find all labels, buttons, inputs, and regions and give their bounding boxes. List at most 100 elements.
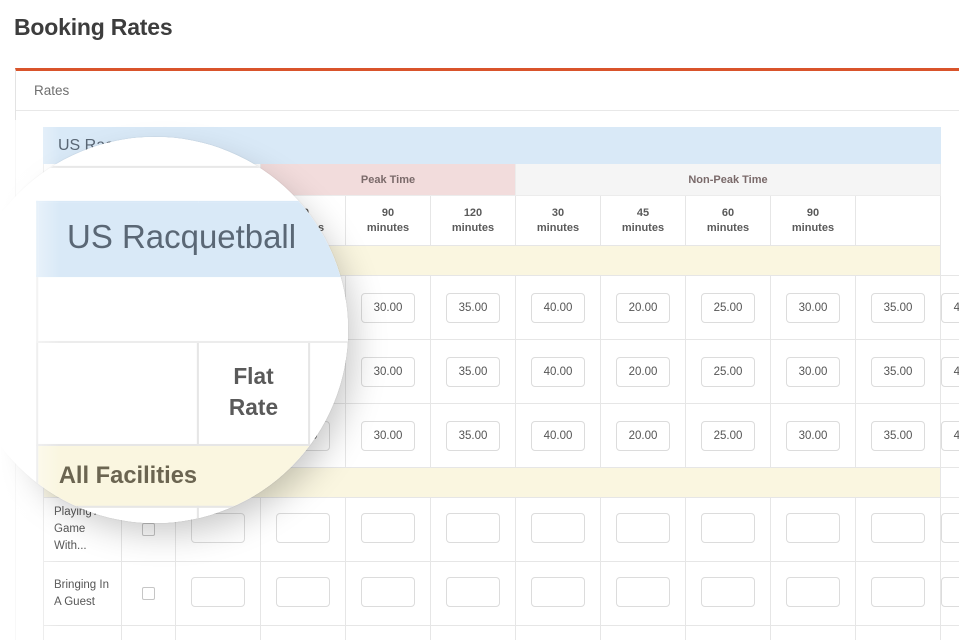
rate-cell: [940, 497, 959, 562]
rate-cell: 20.00: [308, 505, 348, 523]
rate-input[interactable]: [276, 577, 330, 607]
section-name: All Facilities: [36, 443, 348, 508]
rate-cell: [685, 497, 771, 562]
rate-cell: [345, 561, 431, 626]
rate-input[interactable]: [701, 513, 755, 543]
rate-cell: [600, 561, 686, 626]
row-label: Bringing In A Guest: [43, 561, 122, 626]
rate-input[interactable]: [941, 513, 959, 543]
rate-cell: 30.00: [345, 339, 431, 404]
rate-cell: 30.00: [770, 275, 856, 340]
rate-cell: [260, 561, 346, 626]
rate-cell: 20.00: [600, 339, 686, 404]
rate-input[interactable]: [531, 513, 585, 543]
rate-cell: 30.00: [345, 403, 431, 468]
rate-cell: 40.00: [515, 275, 601, 340]
column-header-np90: 90 minutes: [770, 195, 856, 246]
rate-input[interactable]: [871, 577, 925, 607]
rate-input[interactable]: 35.00: [871, 356, 925, 387]
rate-cell: [260, 625, 346, 640]
rate-cell: 30.00: [345, 275, 431, 340]
rate-cell: 35.00: [854, 275, 942, 340]
page-title: Booking Rates: [14, 14, 173, 40]
column-header-p120: 120 minutes: [430, 195, 516, 246]
rate-cell: 35.00: [854, 403, 942, 468]
rate-input[interactable]: 40.00: [531, 292, 585, 323]
rates-panel: Rates US RacquetballPeak TimeNon-Pea: [0, 137, 348, 523]
rate-input[interactable]: 40.00: [941, 292, 959, 323]
rate-cell: [515, 561, 601, 626]
rate-input[interactable]: 30.00: [361, 420, 415, 451]
flat-rate-cell: [196, 505, 311, 523]
rate-input[interactable]: [361, 513, 415, 543]
rate-input[interactable]: 30.00: [786, 420, 840, 451]
row-label: Playing A Game With...: [36, 505, 199, 523]
rate-input[interactable]: [361, 577, 415, 607]
rate-input[interactable]: [786, 513, 840, 543]
flat-rate-cell: [121, 561, 176, 626]
rate-input[interactable]: [941, 577, 959, 607]
rate-input[interactable]: 40.00: [941, 356, 959, 387]
rate-input[interactable]: [446, 577, 500, 607]
rate-cell: [515, 497, 601, 562]
zoom-lens-content: Rates US RacquetballPeak TimeNon-Pea: [0, 137, 348, 523]
flat-rate-cell: [121, 625, 176, 640]
rate-input[interactable]: [701, 577, 755, 607]
rate-cell: 25.00: [685, 275, 771, 340]
column-header-row: FlatRate30minutes60minutes90minutes120mi…: [36, 340, 348, 446]
column-header-p90: 90 minutes: [345, 195, 431, 246]
rate-input[interactable]: 30.00: [786, 356, 840, 387]
table-row: Bringing In A Guest: [43, 561, 959, 626]
rate-input[interactable]: 30.00: [361, 356, 415, 387]
rate-input[interactable]: 35.00: [871, 292, 925, 323]
rate-cell: 35.00: [430, 403, 516, 468]
rate-cell: [345, 625, 431, 640]
rate-cell: [770, 497, 856, 562]
rate-input[interactable]: 25.00: [701, 292, 755, 323]
rate-input[interactable]: 40.00: [941, 420, 959, 451]
column-header-p30: 30minutes: [308, 340, 348, 446]
panel-tab-bar: Rates: [16, 71, 959, 111]
tab-rates[interactable]: Rates: [34, 83, 69, 98]
rate-input[interactable]: 35.00: [871, 420, 925, 451]
rate-cell: [854, 497, 942, 562]
rate-input[interactable]: [191, 577, 245, 607]
rate-input[interactable]: 35.00: [446, 292, 500, 323]
rate-input[interactable]: 30.00: [786, 292, 840, 323]
rate-input[interactable]: 40.00: [531, 420, 585, 451]
rate-cell: 40.00: [940, 403, 959, 468]
rate-cell: [685, 625, 771, 640]
section-header-row: All Facilities: [36, 443, 348, 508]
tab-rates: Rates: [18, 137, 91, 141]
column-header-np60: 60 minutes: [685, 195, 771, 246]
rate-input[interactable]: [446, 513, 500, 543]
band-non-peak-time: Non-Peak Time: [514, 163, 942, 196]
rate-input[interactable]: [616, 513, 670, 543]
rate-input[interactable]: [871, 513, 925, 543]
rate-cell: [770, 625, 856, 640]
rate-cell: [854, 625, 942, 640]
screenshot-root: Booking Rates Rates U: [0, 0, 959, 640]
band-blank: [36, 275, 348, 343]
rate-input[interactable]: 25.00: [701, 356, 755, 387]
rate-input[interactable]: [616, 577, 670, 607]
rate-input[interactable]: 35.00: [446, 420, 500, 451]
rate-input[interactable]: 35.00: [446, 356, 500, 387]
rate-input[interactable]: 40.00: [531, 356, 585, 387]
rate-cell: [854, 561, 942, 626]
rate-input[interactable]: 30.00: [361, 292, 415, 323]
flat-rate-checkbox[interactable]: [142, 523, 155, 536]
rate-cell: [430, 497, 516, 562]
rate-input[interactable]: [531, 577, 585, 607]
table-row: Solo Practice: [43, 625, 959, 640]
table-row: Playing A Game With...20.0025.0030.0035.…: [36, 505, 348, 523]
rate-input[interactable]: 20.00: [616, 292, 670, 323]
rate-input[interactable]: [786, 577, 840, 607]
flat-rate-checkbox[interactable]: [142, 587, 155, 600]
rate-input[interactable]: 25.00: [701, 420, 755, 451]
rate-input[interactable]: 20.00: [616, 356, 670, 387]
rate-cell: 35.00: [430, 275, 516, 340]
rate-input[interactable]: 20.00: [616, 420, 670, 451]
panel-body: US RacquetballPeak TimeNon-Peak TimeFlat…: [0, 168, 348, 523]
zoom-lens: Rates US RacquetballPeak TimeNon-Pea: [0, 137, 348, 523]
